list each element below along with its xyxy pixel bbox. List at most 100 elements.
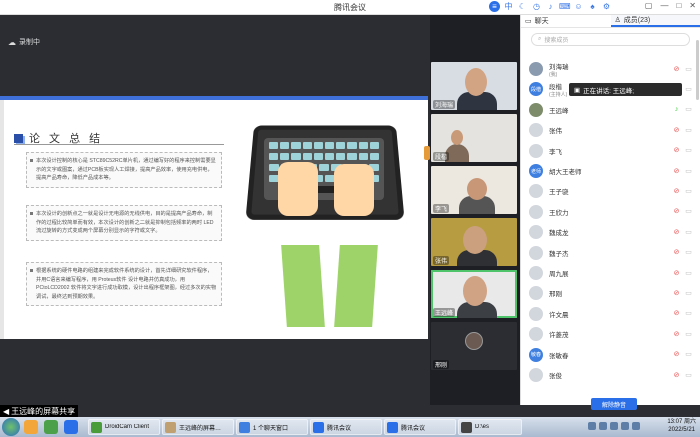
- taskbar-button[interactable]: DroidCam Client: [88, 419, 160, 435]
- avatar: [529, 327, 543, 342]
- member-row[interactable]: 王欣力 ⊘ ▭: [529, 202, 693, 222]
- microphone-muted-icon[interactable]: ⊘: [672, 207, 681, 216]
- slide-title: 论 文 总 结: [14, 130, 224, 146]
- video-thumbnail[interactable]: 段楷: [431, 114, 517, 162]
- settings-icon[interactable]: ⚙: [601, 1, 612, 12]
- microphone-muted-icon[interactable]: ⊘: [672, 146, 681, 155]
- member-row[interactable]: 张俊 ⊘ ▭: [529, 365, 693, 385]
- microphone-muted-icon[interactable]: ⊘: [672, 65, 681, 74]
- recording-label: 录制中: [19, 39, 40, 46]
- screen-share-label: ◀ 王远峰的屏幕共享: [0, 405, 79, 417]
- microphone-muted-icon[interactable]: ⊘: [672, 309, 681, 318]
- microphone-muted-icon[interactable]: ⊘: [672, 126, 681, 135]
- microphone-muted-icon[interactable]: ⊘: [672, 269, 681, 278]
- keyboard-icon[interactable]: ⌨: [559, 1, 571, 12]
- taskbar-button[interactable]: 1 个聊天窗口: [236, 419, 308, 435]
- member-name: 王欣力: [549, 207, 669, 217]
- camera-icon[interactable]: ▭: [684, 126, 693, 135]
- video-thumbnail[interactable]: 王远峰: [431, 270, 517, 318]
- video-thumbnail[interactable]: 邢刚: [431, 322, 517, 370]
- app-icon: [387, 421, 398, 433]
- collapse-chevron-icon[interactable]: [424, 146, 430, 160]
- camera-icon[interactable]: ▭: [684, 146, 693, 155]
- taskbar-button[interactable]: D:\es: [458, 419, 522, 435]
- unmute-all-button[interactable]: 解除静音: [591, 398, 637, 410]
- member-row[interactable]: 王子骁 ⊘ ▭: [529, 181, 693, 201]
- folder-icon[interactable]: [24, 420, 38, 434]
- camera-icon[interactable]: ▭: [684, 289, 693, 298]
- member-row[interactable]: 王远峰 ♪ ▭: [529, 100, 693, 120]
- video-thumbnail[interactable]: 张伟: [431, 218, 517, 266]
- clock-icon[interactable]: ◷: [531, 1, 542, 12]
- microphone-muted-icon[interactable]: ⊘: [672, 248, 681, 257]
- camera-icon[interactable]: ▭: [684, 371, 693, 380]
- title-underline: [14, 144, 224, 145]
- camera-icon[interactable]: ▭: [684, 248, 693, 257]
- member-search-input[interactable]: ⌕ 搜索成员: [531, 33, 690, 46]
- tab-members[interactable]: ♙ 成员(23): [610, 15, 700, 27]
- close-icon[interactable]: ✕: [689, 1, 696, 10]
- camera-icon[interactable]: ▭: [684, 228, 693, 237]
- microphone-muted-icon[interactable]: ⊘: [672, 350, 681, 359]
- start-button[interactable]: [2, 418, 20, 436]
- member-name-text: 王欣力: [549, 209, 569, 217]
- camera-icon[interactable]: ▭: [684, 330, 693, 339]
- microphone-muted-icon[interactable]: ⊘: [672, 187, 681, 196]
- maximize-icon[interactable]: □: [676, 1, 681, 10]
- member-name: 李飞: [549, 146, 669, 156]
- camera-icon[interactable]: ▭: [684, 350, 693, 359]
- member-list-scrollbar[interactable]: [696, 40, 699, 100]
- member-row[interactable]: 邢刚 ⊘ ▭: [529, 283, 693, 303]
- microphone-muted-icon[interactable]: ⊘: [672, 167, 681, 176]
- wechat-icon[interactable]: [44, 420, 58, 434]
- member-row[interactable]: 许菱茂 ⊘ ▭: [529, 324, 693, 344]
- taskbar-clock[interactable]: 13:07 周六 2022/5/21: [667, 418, 696, 434]
- camera-icon[interactable]: ▭: [684, 85, 693, 94]
- camera-icon[interactable]: ▭: [684, 309, 693, 318]
- member-role: (我): [549, 71, 558, 78]
- minimize-icon[interactable]: —: [660, 1, 668, 10]
- browser-icon[interactable]: [64, 420, 78, 434]
- microphone-icon[interactable]: ♪: [545, 1, 556, 12]
- camera-icon[interactable]: ▭: [684, 105, 693, 114]
- member-row[interactable]: 老师 胡大王老师 ⊘ ▭: [529, 161, 693, 181]
- taskbar-button[interactable]: 腾讯会议: [384, 419, 456, 435]
- moon-icon[interactable]: ☾: [517, 1, 528, 12]
- video-thumbnail[interactable]: 李飞: [431, 166, 517, 214]
- camera-icon[interactable]: ▭: [684, 269, 693, 278]
- shirt-icon[interactable]: ♠: [587, 1, 598, 12]
- member-name-text: 李飞: [549, 148, 562, 156]
- tab-chat-label: 聊天: [534, 18, 549, 25]
- video-thumbnail[interactable]: 刘海瑞: [431, 62, 517, 110]
- avatar: 段楷: [529, 82, 543, 97]
- taskbar-button-label: 1 个聊天窗口: [253, 425, 289, 432]
- camera-icon[interactable]: ▭: [684, 65, 693, 74]
- tab-chat[interactable]: ▭ 聊天: [521, 15, 611, 27]
- camera-icon[interactable]: ▭: [684, 207, 693, 216]
- microphone-on-icon[interactable]: ♪: [672, 105, 681, 114]
- member-row[interactable]: 许文晨 ⊘ ▭: [529, 304, 693, 324]
- system-tray: [588, 422, 640, 430]
- microphone-muted-icon[interactable]: ⊘: [672, 289, 681, 298]
- taskbar-button[interactable]: 王远峰的屏幕…: [162, 419, 234, 435]
- member-row[interactable]: 魏成龙 ⊘ ▭: [529, 222, 693, 242]
- member-name: 张敏春: [549, 350, 669, 360]
- member-row[interactable]: 张伟 ⊘ ▭: [529, 120, 693, 140]
- app-logo-icon[interactable]: ≡: [489, 1, 500, 12]
- microphone-muted-icon[interactable]: ⊘: [672, 228, 681, 237]
- microphone-muted-icon[interactable]: ⊘: [672, 371, 681, 380]
- member-row[interactable]: 李飞 ⊘ ▭: [529, 141, 693, 161]
- taskbar-button[interactable]: 腾讯会议: [310, 419, 382, 435]
- chinese-ime-icon[interactable]: 中: [503, 1, 514, 12]
- member-row[interactable]: 魏子杰 ⊘ ▭: [529, 243, 693, 263]
- member-row[interactable]: 周九展 ⊘ ▭: [529, 263, 693, 283]
- member-row[interactable]: 刘海瑞 (我) ⊘ ▭: [529, 59, 693, 79]
- microphone-muted-icon[interactable]: ⊘: [672, 330, 681, 339]
- member-row[interactable]: 敏春 张敏春 ⊘ ▭: [529, 345, 693, 365]
- camera-icon[interactable]: ▭: [684, 187, 693, 196]
- taskbar: DroidCam Client 王远峰的屏幕… 1 个聊天窗口 腾讯会议 腾讯会议 D:\…: [0, 417, 700, 437]
- taskbar-button-label: D:\es: [475, 424, 490, 430]
- camera-icon[interactable]: ▭: [684, 167, 693, 176]
- person-icon[interactable]: ☺: [573, 1, 584, 12]
- pin-icon[interactable]: ▢: [645, 1, 653, 10]
